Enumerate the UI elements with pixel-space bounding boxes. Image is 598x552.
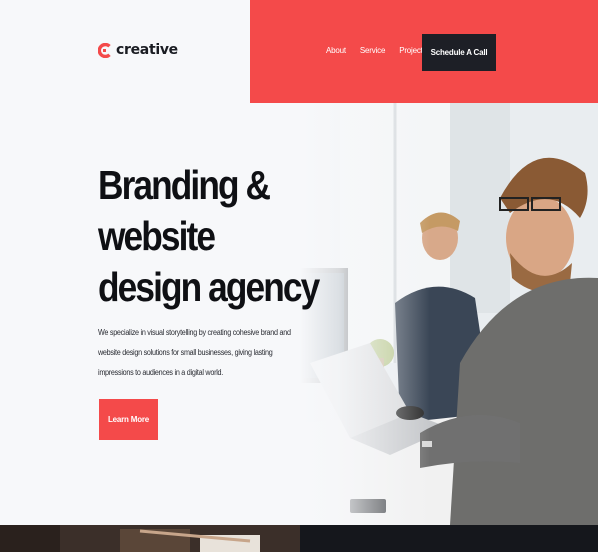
brand-logo[interactable]: creative [98,42,178,58]
next-section-dark-panel [300,525,598,552]
headline-line: website [98,213,216,259]
main-nav: About Service Projects [326,46,427,55]
next-section-photo [0,525,300,552]
photo-fade-overlay [300,103,430,525]
c-logo-icon [98,42,111,58]
description-line: We specialize in visual storytelling by … [98,328,291,337]
nav-link-about[interactable]: About [326,46,346,55]
hero-description: We specialize in visual storytelling by … [98,323,298,383]
description-line: impressions to audiences in a digital wo… [98,368,224,377]
learn-more-button[interactable]: Learn More [99,399,158,440]
headline-line: design agency [98,264,320,310]
brand-name: creative [116,42,178,58]
description-line: website design solutions for small busin… [98,348,273,357]
headline-line: Branding & [98,162,271,208]
hero-headline: Branding & website design agency [98,160,320,313]
schedule-call-button[interactable]: Schedule A Call [422,34,496,71]
nav-link-service[interactable]: Service [360,46,385,55]
